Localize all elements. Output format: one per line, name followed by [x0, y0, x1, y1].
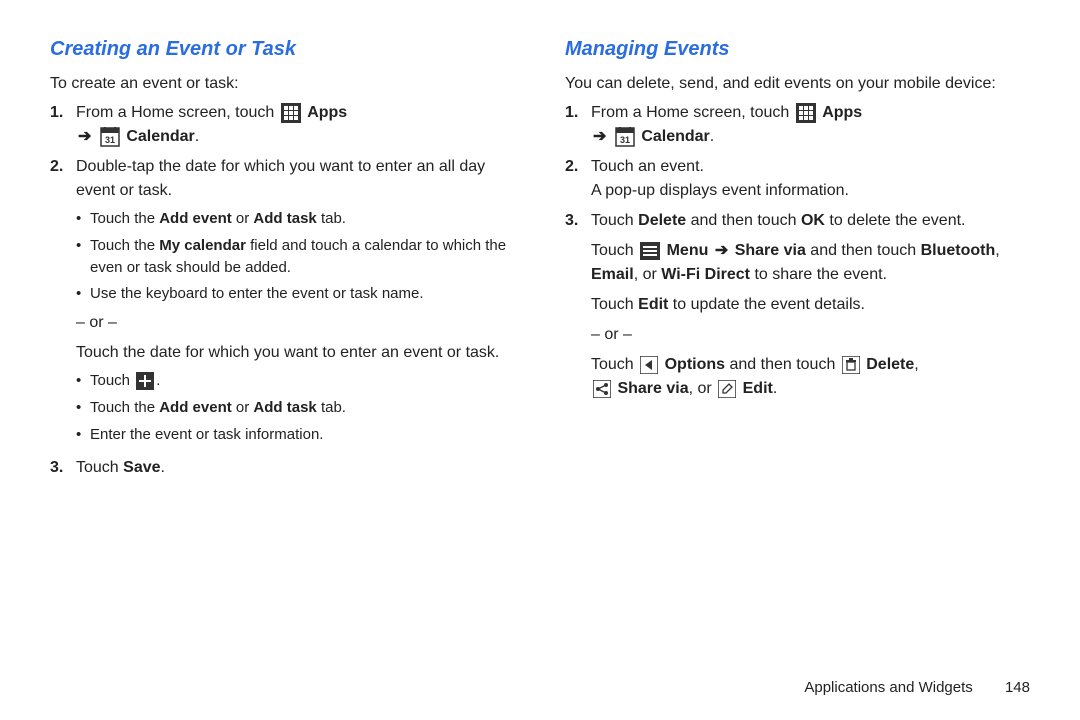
page-number: 148 [1005, 679, 1030, 696]
calendar-label: Calendar [641, 128, 709, 145]
page-footer: Applications and Widgets 148 [804, 679, 1030, 696]
text: A pop-up displays event information. [591, 182, 849, 199]
bullet: Touch the Add event or Add task tab. [76, 397, 525, 419]
section-title-left: Creating an Event or Task [50, 38, 525, 61]
alt-text: Touch the date for which you want to ent… [76, 341, 525, 365]
text: From a Home screen, touch [76, 104, 279, 121]
left-step-2: 2. Double-tap the date for which you wan… [50, 155, 525, 450]
bullet: Use the keyboard to enter the event or t… [76, 283, 525, 305]
left-step-3: 3. Touch Save. [50, 456, 525, 480]
text: From a Home screen, touch [591, 104, 794, 121]
right-step-1: 1. From a Home screen, touch Apps ➔ 31 C… [565, 101, 1040, 149]
bullet: Enter the event or task information. [76, 424, 525, 446]
menu-icon [640, 242, 660, 260]
bullet: Touch . [76, 370, 525, 392]
calendar-label: Calendar [126, 128, 194, 145]
arrow-icon: ➔ [593, 125, 606, 149]
or-separator: – or – [591, 323, 1040, 347]
bullet: Touch the Add event or Add task tab. [76, 208, 525, 230]
share-icon [593, 380, 611, 398]
back-icon [640, 356, 658, 374]
or-separator: – or – [76, 311, 525, 335]
svg-text:31: 31 [105, 135, 115, 145]
svg-text:31: 31 [620, 135, 630, 145]
right-step-3: 3. Touch Delete and then touch OK to del… [565, 209, 1040, 401]
edit-icon [718, 380, 736, 398]
apps-label: Apps [822, 104, 862, 121]
intro-right: You can delete, send, and edit events on… [565, 75, 1040, 93]
bullet: Touch the My calendar field and touch a … [76, 235, 525, 279]
apps-icon [281, 103, 301, 123]
text: Touch [76, 459, 123, 476]
right-step-2: 2. Touch an event. A pop-up displays eve… [565, 155, 1040, 203]
left-step-1: 1. From a Home screen, touch Apps ➔ 31 C… [50, 101, 525, 149]
apps-label: Apps [307, 104, 347, 121]
calendar-icon: 31 [615, 127, 635, 147]
arrow-icon: ➔ [78, 125, 91, 149]
right-column: Managing Events You can delete, send, an… [565, 30, 1040, 486]
plus-icon [136, 372, 154, 390]
apps-icon [796, 103, 816, 123]
footer-section: Applications and Widgets [804, 679, 972, 696]
intro-left: To create an event or task: [50, 75, 525, 93]
left-column: Creating an Event or Task To create an e… [50, 30, 525, 486]
text: Double-tap the date for which you want t… [76, 158, 485, 199]
text: Touch an event. [591, 158, 704, 175]
trash-icon [842, 356, 860, 374]
calendar-icon: 31 [100, 127, 120, 147]
section-title-right: Managing Events [565, 38, 1040, 61]
